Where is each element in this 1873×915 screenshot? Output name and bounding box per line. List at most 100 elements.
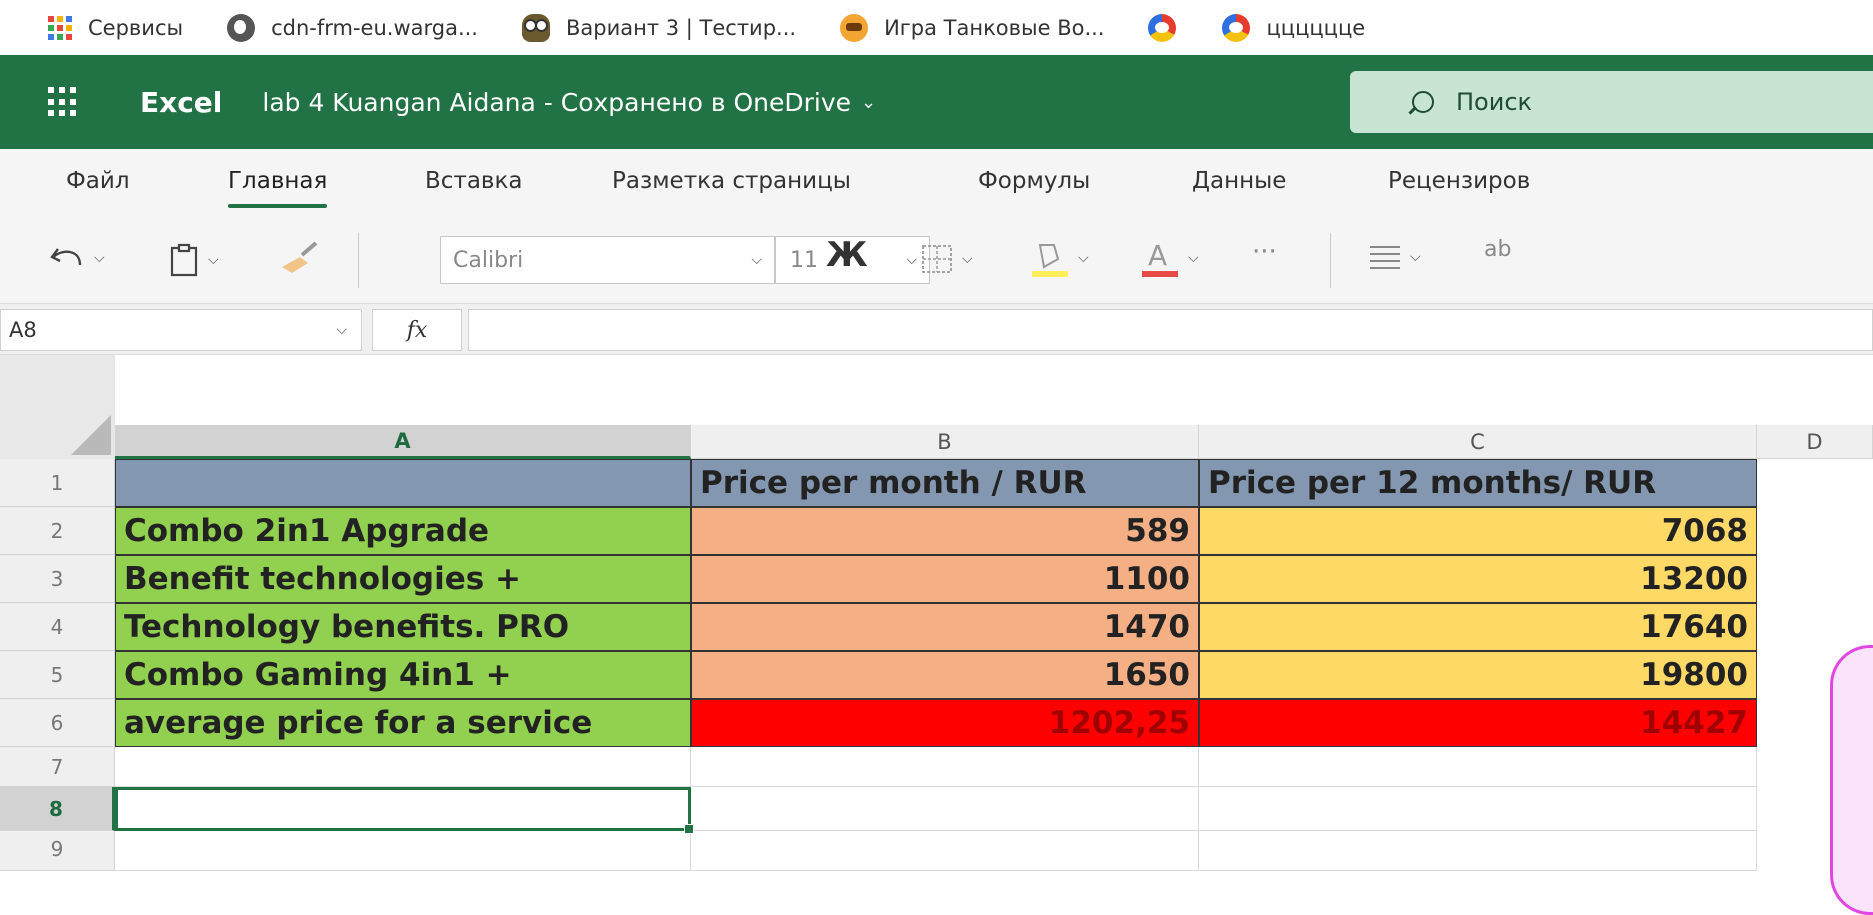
apps-grid-icon [48,15,72,40]
cell-b4[interactable]: 1470 [691,603,1199,651]
column-header-b[interactable]: B [691,425,1199,459]
toolbar-divider [1330,233,1331,288]
chevron-down-icon: ⌵ [751,252,762,268]
select-all-corner[interactable] [0,355,115,459]
name-box-value: A8 [9,318,37,342]
search-icon [1412,91,1434,113]
cell-c3[interactable]: 13200 [1199,555,1757,603]
undo-button[interactable]: ⌵ [50,243,105,273]
borders-button[interactable]: ⌵ [920,243,973,275]
ring-icon [1222,13,1251,42]
globe-icon [227,13,256,42]
bookmark-services[interactable]: Сервисы [48,0,183,55]
bookmark-ring-2[interactable]: цццццце [1222,0,1365,55]
tab-review[interactable]: Рецензиров [1388,168,1530,194]
app-name[interactable]: Excel [140,86,222,119]
column-header-c[interactable]: C [1199,425,1757,459]
cell-b3[interactable]: 1100 [691,555,1199,603]
search-box[interactable]: Поиск [1350,71,1873,133]
cell-b6[interactable]: 1202,25 [691,699,1199,747]
row-header-4[interactable]: 4 [0,603,115,651]
row-header-2[interactable]: 2 [0,507,115,555]
cell-b9[interactable] [691,831,1199,871]
chevron-down-icon: ⌵ [1410,249,1421,265]
chevron-down-icon: ⌵ [208,252,219,268]
ribbon-tabs: Файл Главная Вставка Разметка страницы Ф… [0,149,1873,213]
row-header-8[interactable]: 8 [0,787,115,831]
chevron-down-icon: ⌵ [962,251,973,267]
cell-b7[interactable] [691,747,1199,787]
cell-a9[interactable] [115,831,691,871]
bookmark-label: Игра Танковые Во... [884,15,1105,40]
row-header-7[interactable]: 7 [0,747,115,787]
cell-b8[interactable] [691,787,1199,831]
tab-home[interactable]: Главная [228,168,328,208]
cell-c7[interactable] [1199,747,1757,787]
cell-b5[interactable]: 1650 [691,651,1199,699]
cell-c2[interactable]: 7068 [1199,507,1757,555]
more-options-button[interactable]: ··· [1252,237,1277,267]
formula-bar: A8 ⌵ fx [0,303,1873,355]
cell-c9[interactable] [1199,831,1757,871]
cell-b1[interactable]: Price per month / RUR [691,459,1199,507]
column-header-a[interactable]: A [115,425,691,459]
borders-icon [922,245,952,273]
cell-a2[interactable]: Combo 2in1 Apgrade [115,507,691,555]
bold-button[interactable]: Ж [826,235,868,275]
format-painter-button[interactable] [278,239,322,275]
wrap-text-button[interactable]: ab [1484,237,1511,262]
cell-c5[interactable]: 19800 [1199,651,1757,699]
insert-function-button[interactable]: fx [372,309,462,351]
document-title[interactable]: lab 4 Kuangan Aidana - Сохранено в OneDr… [262,88,876,117]
row-header-9[interactable]: 9 [0,831,115,871]
paste-button[interactable]: ⌵ [168,243,219,277]
bookmark-variant[interactable]: Вариант 3 | Тестир... [521,0,796,55]
cell-c4[interactable]: 17640 [1199,603,1757,651]
tab-page-layout[interactable]: Разметка страницы [612,168,851,194]
chevron-down-icon: ⌵ [336,322,347,338]
formula-input[interactable] [468,309,1873,351]
chevron-down-icon: ⌵ [94,250,105,266]
search-placeholder: Поиск [1456,88,1533,116]
row-header-6[interactable]: 6 [0,699,115,747]
tab-formulas[interactable]: Формулы [978,168,1090,194]
toolbar-divider [358,233,359,288]
font-name-select[interactable]: Calibri ⌵ [440,236,775,284]
cell-c8[interactable] [1199,787,1757,831]
font-color-button[interactable]: A ⌵ [1140,237,1199,279]
cell-a3[interactable]: Benefit technologies + [115,555,691,603]
cell-c6[interactable]: 14427 [1199,699,1757,747]
cell-a1[interactable] [115,459,691,507]
font-name-value: Calibri [453,247,524,273]
bookmark-tanks[interactable]: Игра Танковые Во... [840,0,1104,55]
cell-a7[interactable] [115,747,691,787]
cell-b2[interactable]: 589 [691,507,1199,555]
row-header-1[interactable]: 1 [0,459,115,507]
column-header-d[interactable]: D [1757,425,1873,459]
bookmark-ring[interactable] [1148,0,1192,55]
decorative-pink-shape [1830,645,1873,915]
tab-insert[interactable]: Вставка [425,168,522,194]
ribbon-toolbar: ⌵ ⌵ Calibri ⌵ 11 ⌵ Ж ⌵ ⌵ A ⌵ ··· ⌵ ab [0,213,1873,303]
row-header-5[interactable]: 5 [0,651,115,699]
bookmark-label: cdn-frm-eu.warga... [271,15,478,40]
chevron-down-icon: ⌄ [861,91,877,113]
name-box[interactable]: A8 ⌵ [0,309,362,351]
tab-file[interactable]: Файл [66,168,130,194]
tab-data[interactable]: Данные [1192,168,1286,194]
cell-a6[interactable]: average price for a service [115,699,691,747]
align-icon [1370,246,1400,269]
align-button[interactable]: ⌵ [1368,243,1421,271]
app-header: Excel lab 4 Kuangan Aidana - Сохранено в… [0,55,1873,149]
cell-c1[interactable]: Price per 12 months/ RUR [1199,459,1757,507]
row-header-3[interactable]: 3 [0,555,115,603]
fill-color-button[interactable]: ⌵ [1030,237,1089,279]
bookmarks-bar: Сервисы cdn-frm-eu.warga... Вариант 3 | … [0,0,1873,55]
app-launcher-icon[interactable] [48,87,78,117]
cell-a5[interactable]: Combo Gaming 4in1 + [115,651,691,699]
bookmark-cdn[interactable]: cdn-frm-eu.warga... [227,0,478,55]
cell-a4[interactable]: Technology benefits. PRO [115,603,691,651]
font-color-icon: A [1142,239,1178,277]
ring-icon [1148,13,1177,42]
clipboard-icon [170,243,198,277]
